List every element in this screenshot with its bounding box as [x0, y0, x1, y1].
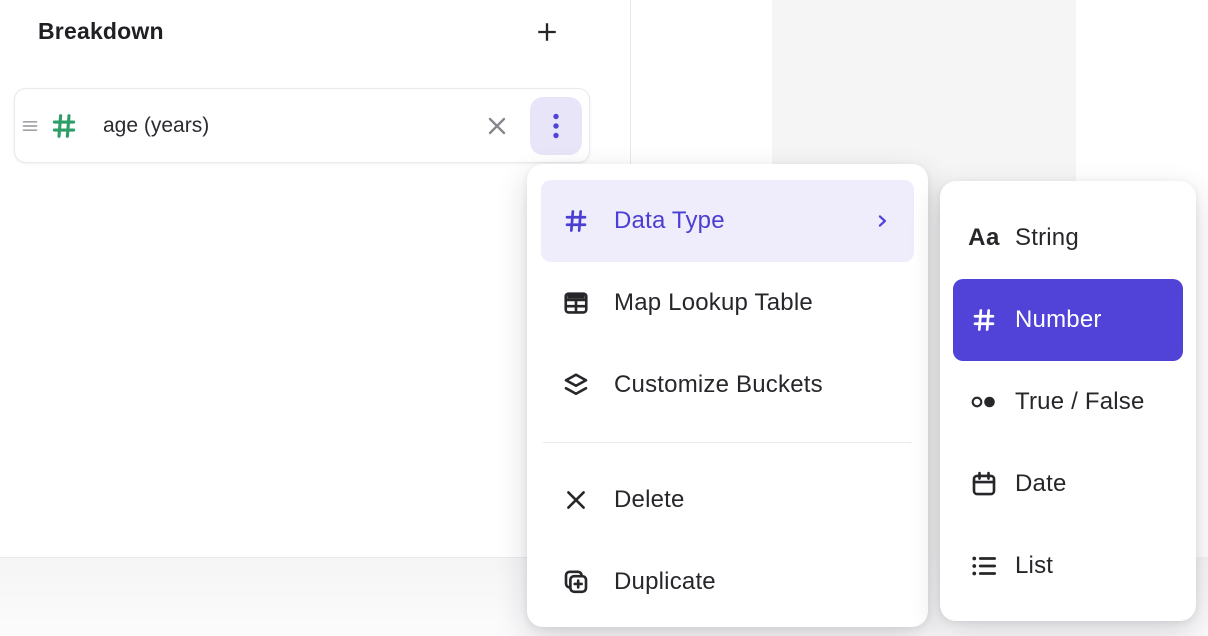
submenu-item-number[interactable]: Number	[953, 279, 1183, 361]
hash-icon	[561, 206, 591, 236]
field-context-menu: Data Type Map Lookup Table Customize Bucke…	[527, 164, 928, 627]
hash-icon	[49, 111, 79, 141]
menu-item-customize-buckets[interactable]: Customize Buckets	[541, 344, 914, 426]
table-icon	[561, 288, 591, 318]
menu-item-label: Data Type	[614, 207, 725, 235]
menu-divider	[543, 442, 912, 443]
menu-item-label: Delete	[614, 486, 685, 514]
calendar-icon	[965, 469, 1003, 499]
chevron-right-icon	[872, 210, 892, 232]
menu-item-map-lookup-table[interactable]: Map Lookup Table	[541, 262, 914, 344]
menu-item-label: Map Lookup Table	[614, 289, 813, 317]
menu-item-label: True / False	[1015, 388, 1145, 416]
copy-plus-icon	[561, 567, 591, 597]
submenu-item-string[interactable]: Aa String	[953, 197, 1183, 279]
list-icon	[965, 551, 1003, 581]
drag-handle-icon[interactable]	[21, 118, 39, 134]
menu-item-label: List	[1015, 552, 1053, 580]
submenu-item-true-false[interactable]: True / False	[953, 361, 1183, 443]
menu-item-delete[interactable]: Delete	[541, 459, 914, 541]
submenu-item-list[interactable]: List	[953, 525, 1183, 607]
menu-item-data-type[interactable]: Data Type	[541, 180, 914, 262]
breakdown-field-card: age (years)	[14, 88, 590, 163]
menu-item-label: Duplicate	[614, 568, 716, 596]
stack-icon	[561, 370, 591, 400]
aa-icon: Aa	[965, 223, 1003, 253]
menu-item-label: Customize Buckets	[614, 371, 823, 399]
add-breakdown-button[interactable]	[527, 12, 567, 52]
circles-icon	[965, 387, 1003, 417]
menu-item-duplicate[interactable]: Duplicate	[541, 541, 914, 623]
menu-item-label: Date	[1015, 470, 1067, 498]
field-label: age (years)	[103, 114, 209, 138]
data-type-submenu: Aa String Number True / False Date List	[940, 181, 1196, 621]
x-icon	[561, 485, 591, 515]
dots-vertical-icon	[552, 112, 560, 140]
menu-item-label: Number	[1015, 306, 1102, 334]
close-icon	[483, 112, 511, 140]
hash-icon	[965, 305, 1003, 335]
submenu-item-date[interactable]: Date	[953, 443, 1183, 525]
remove-field-button[interactable]	[480, 109, 514, 143]
plus-icon	[533, 18, 561, 46]
menu-item-label: String	[1015, 224, 1079, 252]
field-options-button[interactable]	[530, 97, 582, 155]
breakdown-title: Breakdown	[38, 18, 164, 45]
